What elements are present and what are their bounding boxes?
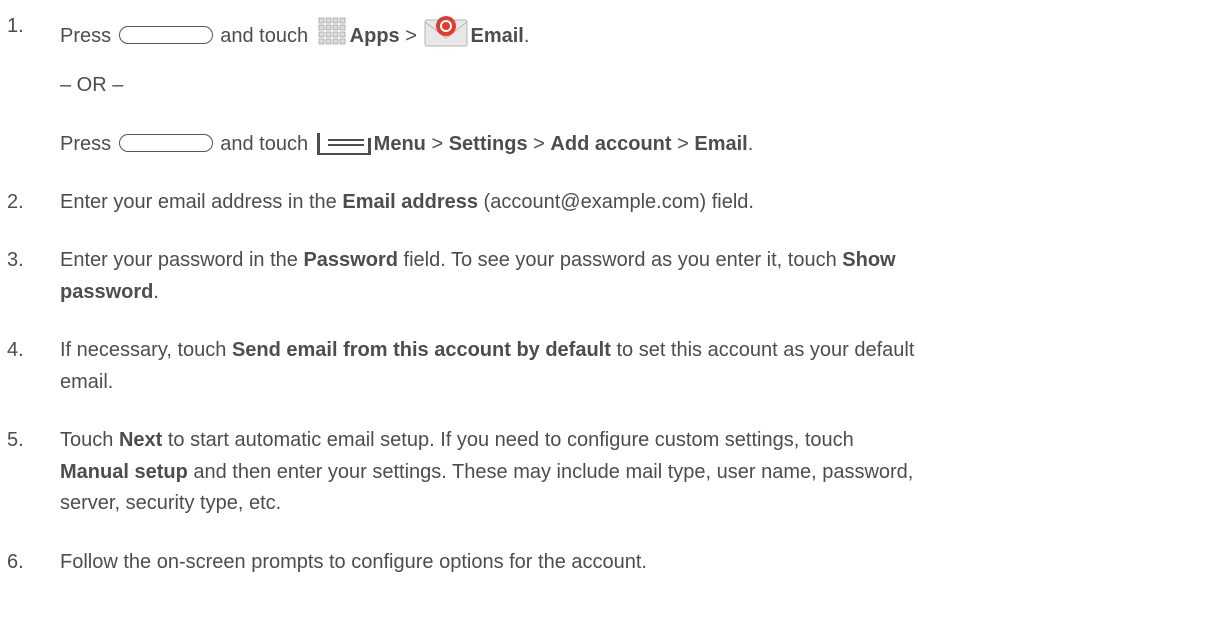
separator: > xyxy=(431,133,444,155)
step-text: Enter your email address in the xyxy=(60,191,343,213)
email-label: Email xyxy=(470,25,524,47)
menu-label: Menu xyxy=(373,133,426,155)
home-button-icon xyxy=(118,134,213,152)
separator: > xyxy=(677,133,689,155)
step-number: 6. xyxy=(7,551,24,573)
menu-icon xyxy=(316,132,372,162)
step-text: (account@example.com) field. xyxy=(478,191,754,213)
next-label: Next xyxy=(118,429,163,451)
step-text: email. xyxy=(60,371,114,393)
step-text: Press xyxy=(60,25,112,47)
show-password-label: Show xyxy=(842,249,896,271)
step-text: Enter your password in the xyxy=(60,249,304,271)
step-text: field. To see your password as you enter… xyxy=(397,249,843,271)
add-account-label: Add account xyxy=(550,133,672,155)
step-text: Follow the on-screen prompts to configur… xyxy=(60,551,647,573)
step-text: and touch xyxy=(220,25,309,47)
email-address-label: Email address xyxy=(342,191,478,213)
period: . xyxy=(523,25,530,47)
step-number: 5. xyxy=(7,429,24,451)
step-text: and touch xyxy=(220,133,309,155)
step-number: 4. xyxy=(7,339,24,361)
email-label: Email xyxy=(694,133,748,155)
step-number: 1. xyxy=(7,15,24,37)
show-password-label: password xyxy=(60,281,154,303)
step-text: server, security type, etc. xyxy=(60,492,282,514)
separator: > xyxy=(533,133,545,155)
apps-label: Apps xyxy=(349,25,400,47)
step-number: 2. xyxy=(7,191,24,213)
email-app-icon xyxy=(424,14,468,54)
send-default-label: Send email from this account by default xyxy=(231,339,611,361)
step-text: Touch xyxy=(60,429,119,451)
home-button-icon xyxy=(118,26,213,44)
separator: > xyxy=(405,25,417,47)
period: . xyxy=(747,133,754,155)
or-text: – OR – xyxy=(60,74,124,96)
apps-grid-icon xyxy=(316,16,348,54)
step-text: Press xyxy=(60,133,112,155)
step-text: If necessary, touch xyxy=(60,339,232,361)
password-label: Password xyxy=(303,249,398,271)
manual-setup-label: Manual setup xyxy=(60,461,188,483)
step-text: to start automatic email setup. If you n… xyxy=(162,429,854,451)
period: . xyxy=(153,281,159,303)
step-number: 3. xyxy=(7,249,24,271)
step-text: and then enter your settings. These may … xyxy=(187,461,914,483)
step-text: to set this account as your default xyxy=(610,339,915,361)
settings-label: Settings xyxy=(448,133,528,155)
